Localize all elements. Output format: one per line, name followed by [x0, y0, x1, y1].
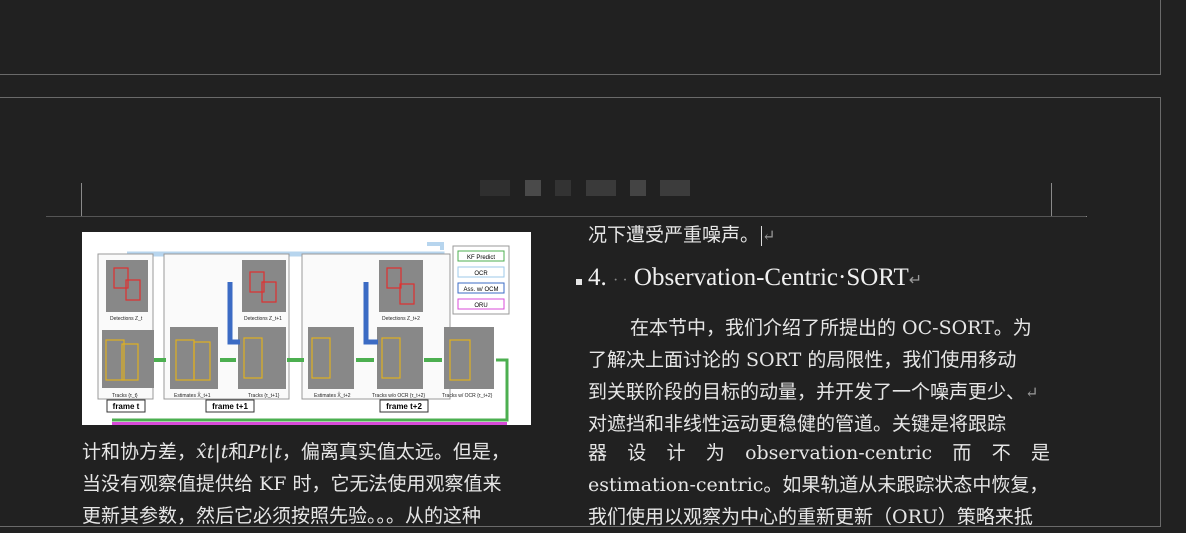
pipeline-diagram: KF Predict OCR Ass. w/ OCM ORU Detection…: [97, 242, 510, 425]
svg-text:Tracks w/ OCR {τ_t+2}: Tracks w/ OCR {τ_t+2}: [442, 393, 493, 399]
header-redacted-2: [525, 180, 541, 196]
para-line-3: 到关联阶段的目标的动量，并开发了一个噪声更少、↵: [588, 381, 1039, 403]
svg-text:Detections Z_t: Detections Z_t: [110, 316, 143, 322]
header-line: [46, 216, 1086, 217]
svg-text:frame t+1: frame t+1: [212, 402, 248, 411]
left-line-3: 更新其参数，然后它必须按照先验。。。从的这种: [82, 505, 482, 527]
paragraph-mark: ↵: [1025, 383, 1039, 402]
math-p: Pt|t: [247, 441, 282, 463]
para-line-4: 对遮挡和非线性运动更稳健的管道。关键是将跟踪: [588, 413, 1007, 435]
svg-text:Tracks {τ_t}: Tracks {τ_t}: [112, 393, 138, 399]
crop-mark-right-v: [1051, 183, 1052, 217]
paragraph-mark: ↵: [762, 226, 776, 245]
figure-ocsort-pipeline: KF Predict OCR Ass. w/ OCM ORU Detection…: [82, 232, 531, 425]
svg-text:Tracks {τ_t+1}: Tracks {τ_t+1}: [248, 393, 280, 399]
svg-text:OCR: OCR: [474, 271, 488, 277]
header-redacted: [480, 180, 510, 196]
svg-text:Estimates X̂_t+2: Estimates X̂_t+2: [314, 392, 351, 399]
svg-text:Detections Z_t+2: Detections Z_t+2: [382, 316, 420, 322]
header-redacted-5: [630, 180, 646, 196]
svg-text:KF Predict: KF Predict: [467, 255, 495, 261]
math-x-hat: x̂t|t: [196, 441, 229, 463]
para-line-1: 在本节中，我们介绍了所提出的 OC-SORT。为: [630, 317, 1032, 339]
svg-text:ORU: ORU: [474, 303, 487, 309]
left-line-1: 计和协方差，x̂t|t和Pt|t，偏离真实值太远。但是，: [82, 441, 510, 463]
paragraph-mark: ↵: [908, 272, 923, 289]
heading-bullet: [576, 279, 582, 285]
header-redacted-6: [660, 180, 690, 196]
svg-text:Tracks w/o OCR {τ_t+2}: Tracks w/o OCR {τ_t+2}: [372, 393, 425, 399]
crop-mark-left-v: [81, 183, 82, 217]
para-line-7: 我们使用以观察为中心的重新更新（ORU）策略来抵: [588, 506, 1033, 528]
previous-page: [0, 0, 1161, 75]
left-line-2: 当没有观察值提供给 KF 时，它无法使用观察值来: [82, 473, 502, 495]
header-redacted-4: [586, 180, 616, 196]
right-line-0[interactable]: 况下遭受严重噪声。 ↵: [588, 219, 775, 252]
para-line-6: estimation-centric。如果轨道从未跟踪状态中恢复，: [588, 474, 1049, 496]
svg-text:frame t+2: frame t+2: [386, 402, 422, 411]
svg-text:Detections Z_t+1: Detections Z_t+1: [244, 316, 282, 322]
section-heading[interactable]: 4. · · Observation-Centric·SORT↵: [588, 264, 922, 292]
svg-text:frame t: frame t: [113, 402, 140, 411]
para-line-2: 了解决上面讨论的 SORT 的局限性，我们使用移动: [588, 349, 1017, 371]
svg-text:Estimates X̂_t+1: Estimates X̂_t+1: [174, 392, 211, 399]
header-redacted-3: [555, 180, 571, 196]
para-line-5: 器 设 计 为 observation-centric 而 不 是: [588, 442, 1050, 464]
svg-text:Ass. w/ OCM: Ass. w/ OCM: [463, 287, 498, 293]
